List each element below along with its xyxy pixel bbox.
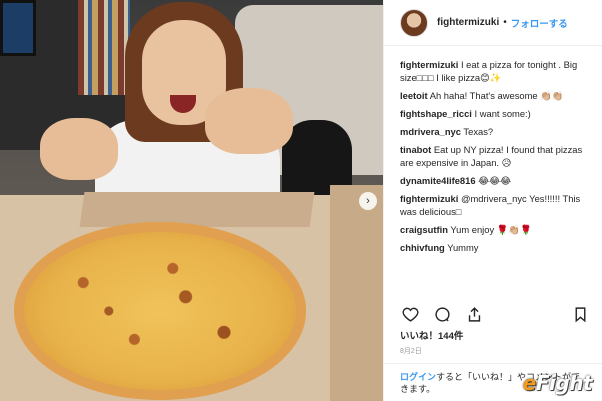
comment-item: fightshape_ricci I want some:)	[400, 107, 595, 120]
bookmark-icon[interactable]	[570, 304, 590, 324]
comment-text: Texas?	[463, 126, 494, 137]
comment-item: mdrivera_nyc Texas?	[400, 125, 595, 138]
watermark-prefix: e	[522, 371, 537, 395]
comment-username[interactable]: chhivfung	[400, 242, 445, 253]
comment-item: dynamite4life816 😂😂😂	[400, 174, 595, 187]
post-photo: ›	[0, 0, 383, 401]
comment-text: Yummy	[447, 242, 479, 253]
comment-item: fightermizuki @mdrivera_nyc Yes!!!!!! Th…	[400, 192, 595, 218]
comment-item: chhivfung Yummy	[400, 241, 595, 254]
login-link[interactable]: ログイン	[400, 372, 436, 382]
follow-button[interactable]: フォローする	[511, 16, 568, 30]
avatar[interactable]	[400, 8, 428, 37]
header-separator: •	[503, 17, 507, 28]
comment-item: tinabot Eat up NY pizza! I found that pi…	[400, 143, 595, 169]
comment-username[interactable]: fightshape_ricci	[400, 108, 472, 119]
heart-icon[interactable]	[400, 304, 420, 324]
pizza-box-side	[330, 185, 383, 401]
comment-item: leetoit Ah haha! That's awesome 👏🏼👏🏼	[400, 89, 595, 102]
comment-list: fightermizuki I eat a pizza for tonight …	[400, 58, 595, 259]
watermark-text: Fight	[535, 371, 593, 395]
comment-text: 😂😂😂	[478, 175, 512, 186]
post-sidebar: fightermizuki • フォローする fightermizuki I e…	[383, 0, 602, 401]
comment-username[interactable]: leetoit	[400, 90, 428, 101]
person-right-hand	[205, 88, 293, 154]
comment-username[interactable]: mdrivera_nyc	[400, 126, 461, 137]
pizza	[14, 222, 306, 400]
comment-username[interactable]: fightermizuki	[400, 193, 458, 204]
comment-item: craigsutfin Yum enjoy 🌹👏🏼🌹	[400, 223, 595, 236]
comment-username[interactable]: fightermizuki	[400, 59, 458, 70]
comment-text: Yum enjoy 🌹👏🏼🌹	[450, 224, 532, 235]
action-bar	[400, 303, 590, 325]
comment-icon[interactable]	[432, 304, 452, 324]
pizza-box-lid	[79, 192, 315, 227]
post-author-name[interactable]: fightermizuki	[437, 17, 499, 28]
bookshelf	[78, 0, 130, 95]
post-header: fightermizuki • フォローする	[384, 0, 602, 46]
tv-screen	[0, 0, 36, 56]
efight-watermark-logo: eFight	[522, 371, 593, 395]
chevron-right-icon[interactable]: ›	[359, 192, 377, 210]
post-date: 8月2日	[400, 348, 422, 355]
comment-username[interactable]: craigsutfin	[400, 224, 448, 235]
comment-item: fightermizuki I eat a pizza for tonight …	[400, 58, 595, 84]
comment-text: Ah haha! That's awesome 👏🏼👏🏼	[429, 90, 564, 101]
person-left-hand	[40, 118, 118, 180]
comment-username[interactable]: dynamite4life816	[400, 175, 476, 186]
comment-username[interactable]: tinabot	[400, 144, 431, 155]
like-count[interactable]: いいね！144件	[400, 328, 463, 342]
comment-text: I want some:)	[474, 108, 531, 119]
share-icon[interactable]	[464, 304, 484, 324]
